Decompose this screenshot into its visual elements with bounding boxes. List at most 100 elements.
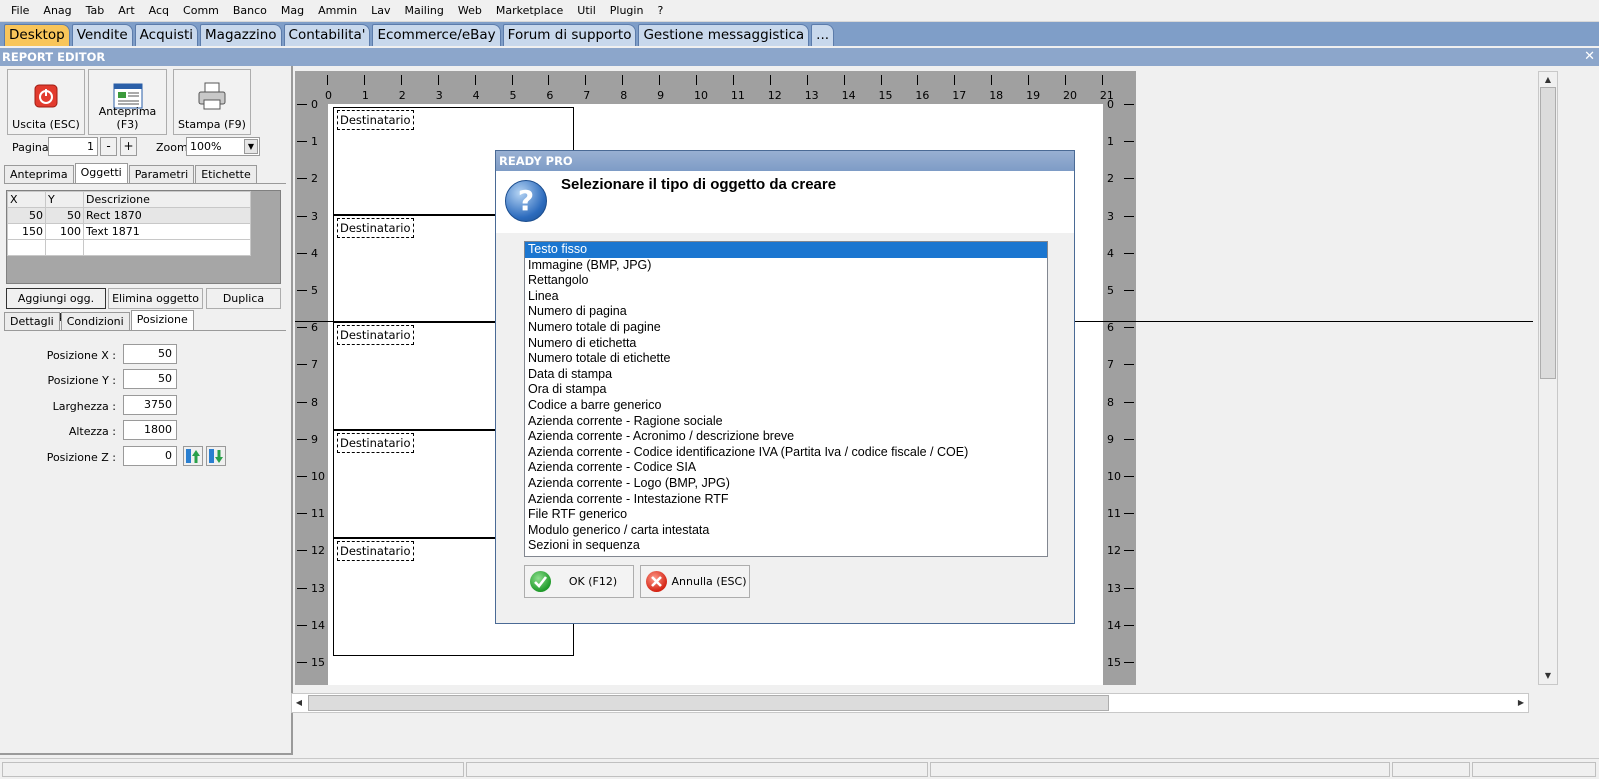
list-item[interactable]: Numero totale di etichette <box>525 351 1047 367</box>
list-item[interactable]: Immagine (BMP, JPG) <box>525 258 1047 274</box>
horizontal-scroll-thumb[interactable] <box>308 695 1109 711</box>
menu-web[interactable]: Web <box>451 0 489 22</box>
list-item[interactable]: Azienda corrente - Intestazione RTF <box>525 492 1047 508</box>
close-icon[interactable]: ✕ <box>1584 48 1595 66</box>
list-item[interactable]: Numero di etichetta <box>525 336 1047 352</box>
table-row[interactable]: 50 50 Rect 1870 <box>7 207 251 224</box>
position-x-input[interactable]: 50 <box>123 344 177 364</box>
object-type-list[interactable]: Testo fisso Immagine (BMP, JPG) Rettangolo… <box>524 241 1048 557</box>
page-plus-button[interactable]: + <box>120 137 137 156</box>
menu-help[interactable]: ? <box>650 0 670 22</box>
text-object-destinatario[interactable]: Destinatario <box>337 218 414 238</box>
list-item[interactable]: Testo fisso <box>525 242 1047 258</box>
list-item[interactable]: Azienda corrente - Logo (BMP, JPG) <box>525 476 1047 492</box>
menu-file[interactable]: File <box>4 0 36 22</box>
text-object-destinatario[interactable]: Destinatario <box>337 110 414 130</box>
tab-messaggistica[interactable]: Gestione messaggistica <box>638 24 810 46</box>
page-minus-button[interactable]: - <box>100 137 117 156</box>
send-backward-icon[interactable] <box>206 446 226 466</box>
tab-magazzino[interactable]: Magazzino <box>200 24 282 46</box>
table-row-empty[interactable] <box>7 239 251 256</box>
menu-util[interactable]: Util <box>570 0 602 22</box>
tab-dettagli[interactable]: Dettagli <box>4 312 60 330</box>
menu-anag[interactable]: Anag <box>36 0 78 22</box>
print-button[interactable]: Stampa (F9) <box>173 69 251 135</box>
menu-ammin[interactable]: Ammin <box>311 0 364 22</box>
text-object-destinatario[interactable]: Destinatario <box>337 541 414 561</box>
scroll-down-icon[interactable]: ▼ <box>1541 668 1555 684</box>
ruler-tick <box>297 104 307 105</box>
tab-vendite[interactable]: Vendite <box>71 24 133 46</box>
cancel-button[interactable]: Annulla (ESC) <box>640 565 750 598</box>
column-y[interactable]: Y <box>45 191 84 208</box>
ruler-tick <box>1124 141 1134 143</box>
list-item[interactable]: Data di stampa <box>525 367 1047 383</box>
scroll-left-icon[interactable]: ◀ <box>292 695 306 711</box>
bring-forward-icon[interactable] <box>183 446 203 466</box>
tab-forum[interactable]: Forum di supporto <box>502 24 637 46</box>
preview-button[interactable]: Anteprima (F3) <box>88 69 167 135</box>
ruler-tick <box>843 75 845 85</box>
menu-art[interactable]: Art <box>111 0 141 22</box>
menu-tab[interactable]: Tab <box>79 0 112 22</box>
tab-more[interactable]: ... <box>811 24 835 46</box>
tab-ecommerce[interactable]: Ecommerce/eBay <box>372 24 501 46</box>
position-y-input[interactable]: 50 <box>123 369 177 389</box>
menu-marketplace[interactable]: Marketplace <box>489 0 570 22</box>
chevron-down-icon[interactable]: ▼ <box>244 139 258 154</box>
menu-plugin[interactable]: Plugin <box>603 0 651 22</box>
list-item[interactable]: Linea <box>525 289 1047 305</box>
vertical-scrollbar[interactable]: ▲ ▼ <box>1538 71 1558 685</box>
text-object-destinatario[interactable]: Destinatario <box>337 325 414 345</box>
list-item[interactable]: Azienda corrente - Ragione sociale <box>525 414 1047 430</box>
menu-comm[interactable]: Comm <box>176 0 226 22</box>
height-input[interactable]: 1800 <box>123 420 177 440</box>
vertical-scroll-thumb[interactable] <box>1540 87 1556 379</box>
text-object-destinatario[interactable]: Destinatario <box>337 433 414 453</box>
tab-contabilita[interactable]: Contabilita' <box>283 24 371 46</box>
page-input[interactable]: 1 <box>48 137 98 156</box>
list-item[interactable]: Azienda corrente - Acronimo / descrizion… <box>525 429 1047 445</box>
exit-button[interactable]: Uscita (ESC) <box>7 69 85 135</box>
tab-etichette[interactable]: Etichette <box>195 165 257 183</box>
ok-button[interactable]: OK (F12) <box>524 565 634 598</box>
list-item[interactable]: Numero totale di pagine <box>525 320 1047 336</box>
tab-anteprima[interactable]: Anteprima <box>4 165 74 183</box>
menu-lav[interactable]: Lav <box>364 0 397 22</box>
ruler-tick-label: 16 <box>915 89 930 102</box>
tab-posizione[interactable]: Posizione <box>130 310 194 330</box>
list-item[interactable]: File RTF generico <box>525 507 1047 523</box>
menu-mailing[interactable]: Mailing <box>398 0 451 22</box>
menu-mag[interactable]: Mag <box>274 0 311 22</box>
tab-oggetti[interactable]: Oggetti <box>74 163 128 183</box>
menu-acq[interactable]: Acq <box>142 0 176 22</box>
list-item[interactable]: Codice a barre generico <box>525 398 1047 414</box>
tab-acquisti[interactable]: Acquisti <box>134 24 199 46</box>
scroll-right-icon[interactable]: ▶ <box>1514 695 1528 711</box>
scroll-up-icon[interactable]: ▲ <box>1541 72 1555 88</box>
tab-condizioni[interactable]: Condizioni <box>60 312 130 330</box>
tab-parametri[interactable]: Parametri <box>128 165 195 183</box>
list-item[interactable]: Modulo generico / carta intestata <box>525 523 1047 539</box>
table-row[interactable]: 150 100 Text 1871 <box>7 223 251 240</box>
column-x[interactable]: X <box>7 191 46 208</box>
cancel-label: Annulla (ESC) <box>671 575 747 588</box>
horizontal-scrollbar[interactable]: ◀ ▶ <box>291 693 1529 713</box>
duplicate-button[interactable]: Duplica <box>206 288 281 309</box>
add-object-button[interactable]: Aggiungi ogg.(F4) <box>6 288 106 324</box>
list-item[interactable]: Azienda corrente - Codice identificazion… <box>525 445 1047 461</box>
list-item[interactable]: Ora di stampa <box>525 382 1047 398</box>
tab-desktop[interactable]: Desktop <box>4 24 70 46</box>
list-item[interactable]: Azienda corrente - Codice SIA <box>525 460 1047 476</box>
menu-banco[interactable]: Banco <box>226 0 274 22</box>
position-z-input[interactable]: 0 <box>123 446 177 466</box>
list-item[interactable]: Numero di pagina <box>525 304 1047 320</box>
position-z-label: Posizione Z : <box>46 451 116 464</box>
zoom-select[interactable]: 100% ▼ <box>186 137 260 156</box>
list-item[interactable]: Sezioni in sequenza <box>525 538 1047 554</box>
width-input[interactable]: 3750 <box>123 395 177 415</box>
list-item[interactable]: Rettangolo <box>525 273 1047 289</box>
column-descrizione[interactable]: Descrizione <box>83 191 251 208</box>
cell-descrizione: Rect 1870 <box>83 207 251 224</box>
delete-object-button[interactable]: Elimina oggetto <box>108 288 203 309</box>
